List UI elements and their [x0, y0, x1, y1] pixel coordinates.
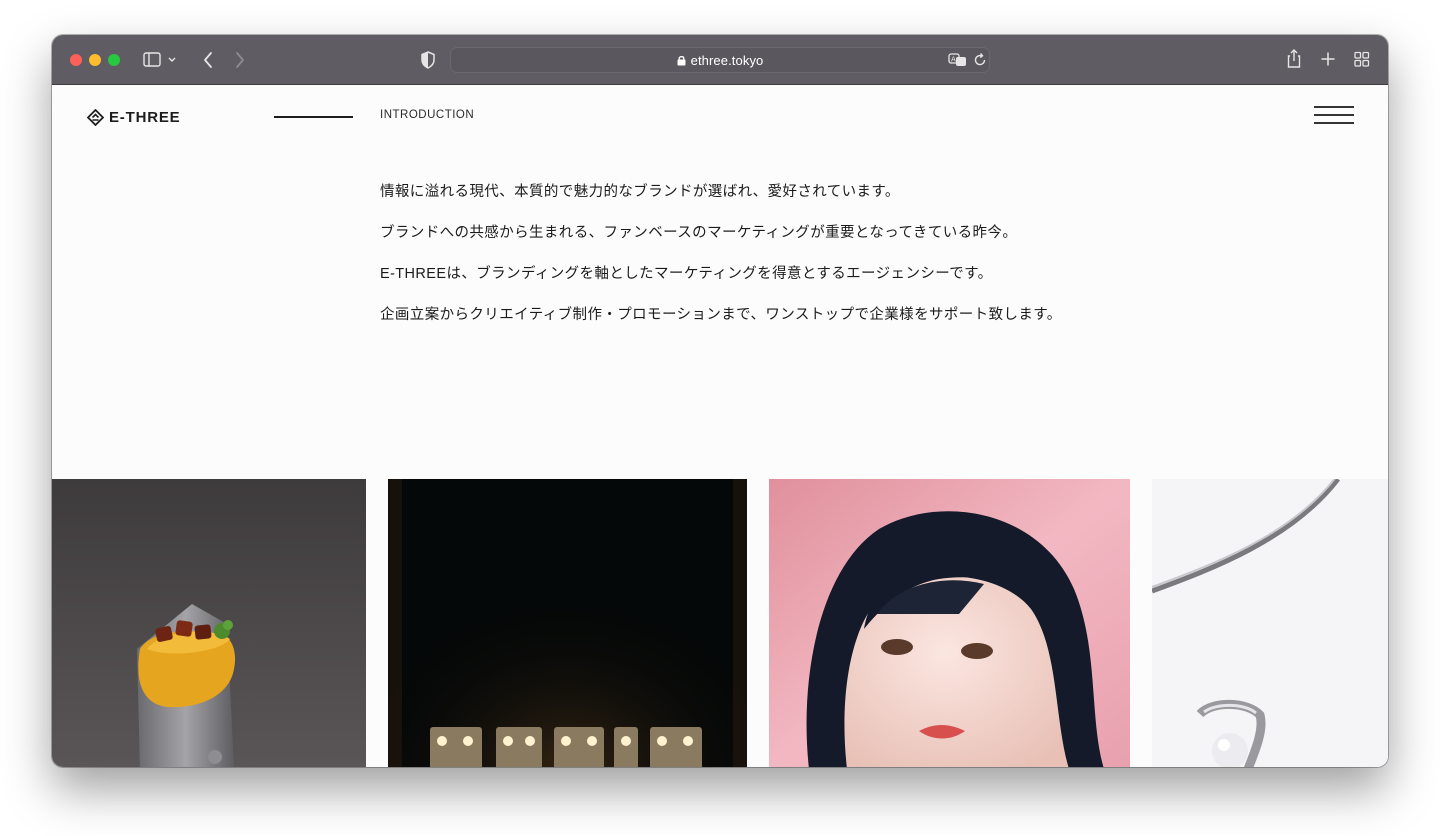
section-indicator-line [274, 116, 353, 118]
reload-button[interactable] [972, 52, 988, 68]
zoom-window-button[interactable] [108, 54, 120, 66]
plus-icon [1321, 52, 1335, 66]
svg-text:A: A [951, 56, 956, 64]
browser-toolbar: ethree.tokyo A [52, 35, 1388, 85]
site-logo[interactable]: E-THREE [87, 109, 180, 126]
reload-icon [974, 53, 986, 66]
browser-window: ethree.tokyo A E-THREE INTRODUCTION 情報に溢… [52, 35, 1388, 767]
tab-overview-button[interactable] [1353, 50, 1371, 68]
intro-paragraph: 情報に溢れる現代、本質的で魅力的なブランドが選ばれ、愛好されています。 [380, 184, 900, 200]
back-button[interactable] [200, 50, 216, 70]
gallery-item-jewelry[interactable] [1152, 479, 1388, 767]
portrait-photo [769, 479, 1130, 767]
web-page: E-THREE INTRODUCTION 情報に溢れる現代、本質的で魅力的なブラ… [52, 85, 1388, 767]
lock-icon [677, 56, 686, 66]
forward-button[interactable] [232, 50, 248, 70]
sidebar-icon [143, 52, 176, 67]
menu-line [1314, 106, 1354, 108]
url-text: ethree.tokyo [450, 53, 990, 68]
share-icon [1287, 49, 1301, 68]
gallery-item-food[interactable] [52, 479, 366, 767]
food-crepe-photo [52, 479, 366, 767]
shield-icon [421, 51, 435, 69]
jewelry-photo [1152, 479, 1388, 767]
gallery-item-marquee[interactable] [388, 479, 747, 767]
translate-icon: A [948, 53, 966, 66]
tab-grid-icon [1354, 51, 1370, 67]
gallery-item-portrait[interactable] [769, 479, 1130, 767]
chevron-left-icon [204, 52, 212, 68]
chevron-right-icon [236, 52, 244, 68]
url-label: ethree.tokyo [690, 53, 764, 68]
intro-paragraph: 企画立案からクリエイティブ制作・プロモーションまで、ワンストップで企業様をサポー… [380, 307, 1062, 323]
minimize-window-button[interactable] [89, 54, 101, 66]
section-label: INTRODUCTION [380, 109, 475, 121]
marquee-letters-photo [388, 479, 747, 767]
privacy-report-button[interactable] [419, 50, 437, 70]
close-window-button[interactable] [70, 54, 82, 66]
intro-paragraph: E-THREEは、ブランディングを軸としたマーケティングを得意とするエージェンシ… [380, 266, 993, 282]
share-button[interactable] [1284, 48, 1304, 70]
intro-text: 情報に溢れる現代、本質的で魅力的なブランドが選ばれ、愛好されています。 ブランド… [380, 183, 1062, 347]
hamburger-menu-button[interactable] [1314, 106, 1356, 126]
work-gallery [52, 479, 1388, 767]
logo-text: E-THREE [109, 109, 181, 126]
menu-line [1314, 122, 1354, 124]
menu-line [1314, 114, 1354, 116]
address-bar[interactable]: ethree.tokyo A [450, 47, 990, 73]
intro-paragraph: ブランドへの共感から生まれる、ファンベースのマーケティングが重要となってきている… [380, 225, 1018, 241]
logo-diamond-icon [87, 109, 104, 126]
translate-button[interactable]: A [948, 51, 968, 69]
sidebar-toggle-button[interactable] [143, 51, 177, 69]
new-tab-button[interactable] [1319, 50, 1337, 68]
